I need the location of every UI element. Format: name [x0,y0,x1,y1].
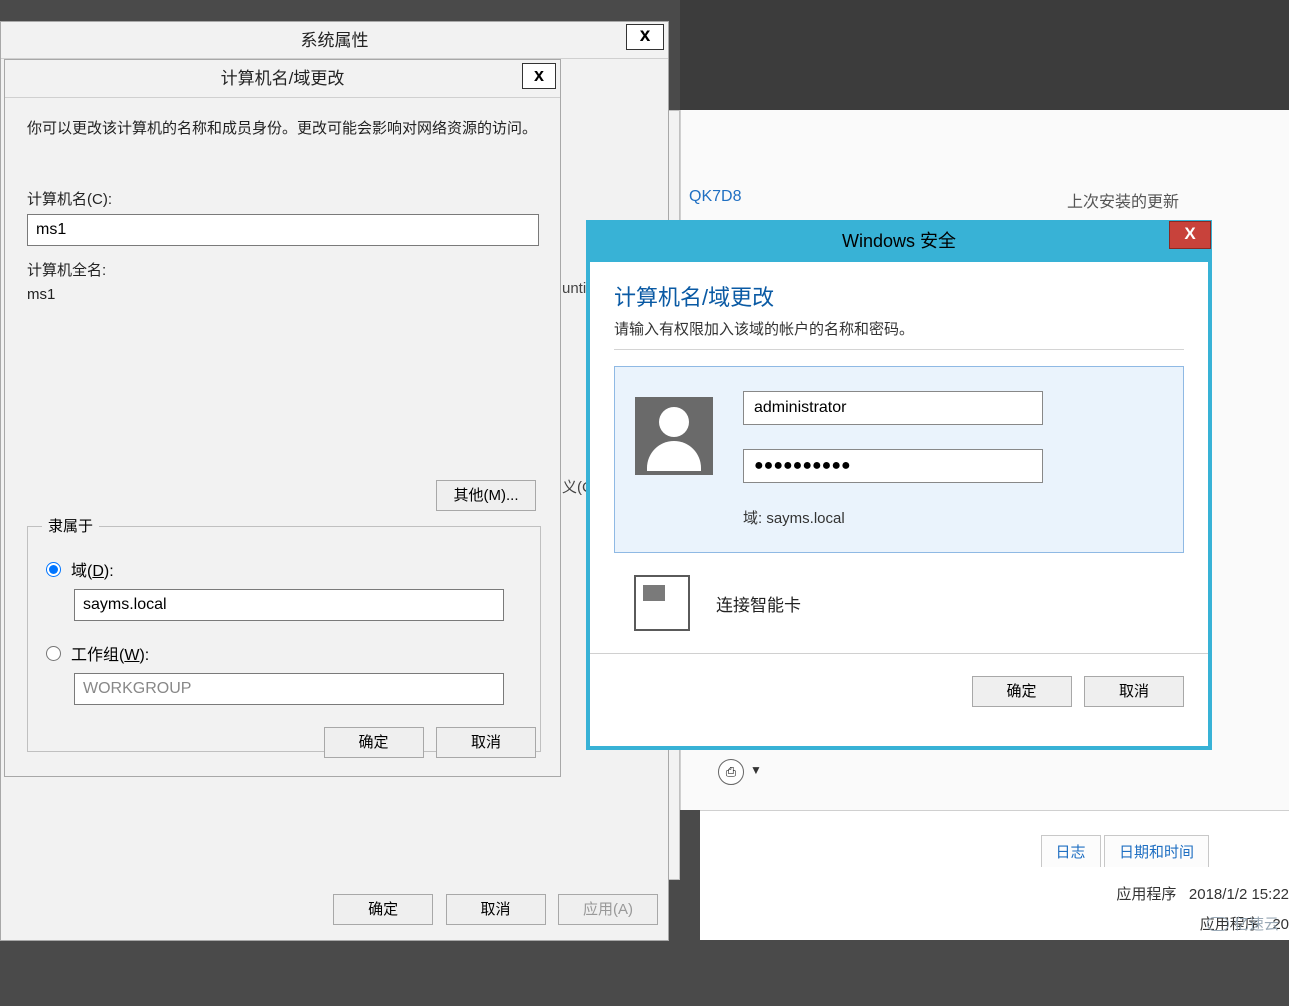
computer-name-input[interactable] [27,214,539,246]
system-properties-title: 系统属性 [301,31,369,50]
window-chrome-dark [680,0,1289,110]
column-datetime[interactable]: 日期和时间 [1104,835,1209,867]
domain-text: 域: sayms.local [743,507,1163,528]
cancel-button[interactable]: 取消 [446,894,546,925]
system-properties-buttons: 确定 取消 应用(A) [1,894,668,925]
smartcard-icon [634,575,690,631]
computer-name-label: 计算机名(C): [27,188,538,209]
log-source: 应用程序 [1116,886,1176,903]
windows-security-dialog: Windows 安全 X 计算机名/域更改 请输入有权限加入该域的帐户的名称和密… [586,220,1212,750]
smartcard-label: 连接智能卡 [716,591,801,616]
cancel-button[interactable]: 取消 [436,727,536,758]
watermark: 亿速云 [1207,913,1279,934]
smartcard-option[interactable]: 连接智能卡 [614,571,1184,635]
cancel-button[interactable]: 取消 [1084,676,1184,707]
credential-box: 域: sayms.local [614,366,1184,553]
computer-id-link[interactable]: QK7D8 [689,188,741,206]
security-title: Windows 安全 [842,231,956,251]
column-log[interactable]: 日志 [1041,835,1101,867]
domain-input[interactable] [74,589,504,621]
system-properties-titlebar[interactable]: 系统属性 x [1,22,668,59]
events-panel: ⎙ ▼ 日志 日期和时间 应用程序 2018/1/2 15:22 应用程序 20… [700,810,1289,940]
log-date: 2018/1/2 15:22 [1189,886,1289,903]
security-buttons: 确定 取消 [590,653,1208,719]
security-heading: 计算机名/域更改 [614,280,1184,312]
ok-button[interactable]: 确定 [333,894,433,925]
description-text: 你可以更改该计算机的名称和成员身份。更改可能会影响对网络资源的访问。 [27,116,538,142]
ok-button[interactable]: 确定 [972,676,1072,707]
username-input[interactable] [743,391,1043,425]
close-button[interactable]: x [522,63,556,89]
watermark-text: 亿速云 [1234,913,1279,934]
close-button[interactable]: x [626,24,664,50]
last-update-label: 上次安装的更新 [1067,188,1179,212]
name-change-buttons: 确定 取消 [5,727,560,758]
apply-button: 应用(A) [558,894,658,925]
security-prompt: 请输入有权限加入该域的帐户的名称和密码。 [614,318,1184,339]
workgroup-input [74,673,504,705]
save-icon[interactable]: ⎙ [718,759,744,785]
name-change-title: 计算机名/域更改 [221,69,345,88]
dropdown-icon[interactable]: ▼ [750,763,762,777]
domain-radio-label[interactable]: 域(D): [71,557,114,581]
computer-name-change-dialog: 计算机名/域更改 x 你可以更改该计算机的名称和成员身份。更改可能会影响对网络资… [4,59,561,777]
other-button[interactable]: 其他(M)... [436,480,536,511]
security-titlebar[interactable]: Windows 安全 X [590,224,1208,262]
full-name-value: ms1 [27,286,538,303]
workgroup-radio-label[interactable]: 工作组(W): [71,641,149,665]
member-of-legend: 隶属于 [42,515,99,536]
partial-text-unti: unti [562,280,586,297]
domain-radio[interactable] [46,562,61,577]
user-avatar-icon [635,397,713,475]
workgroup-radio[interactable] [46,646,61,661]
divider [614,349,1184,350]
log-row-1[interactable]: 应用程序 2018/1/2 15:22 [1116,883,1289,904]
ok-button[interactable]: 确定 [324,727,424,758]
member-of-group: 隶属于 域(D): 工作组(W): [27,526,541,752]
name-change-titlebar[interactable]: 计算机名/域更改 x [5,60,560,98]
cloud-icon [1207,917,1229,931]
close-button[interactable]: X [1169,221,1211,249]
full-name-label: 计算机全名: [27,259,538,280]
password-input[interactable] [743,449,1043,483]
